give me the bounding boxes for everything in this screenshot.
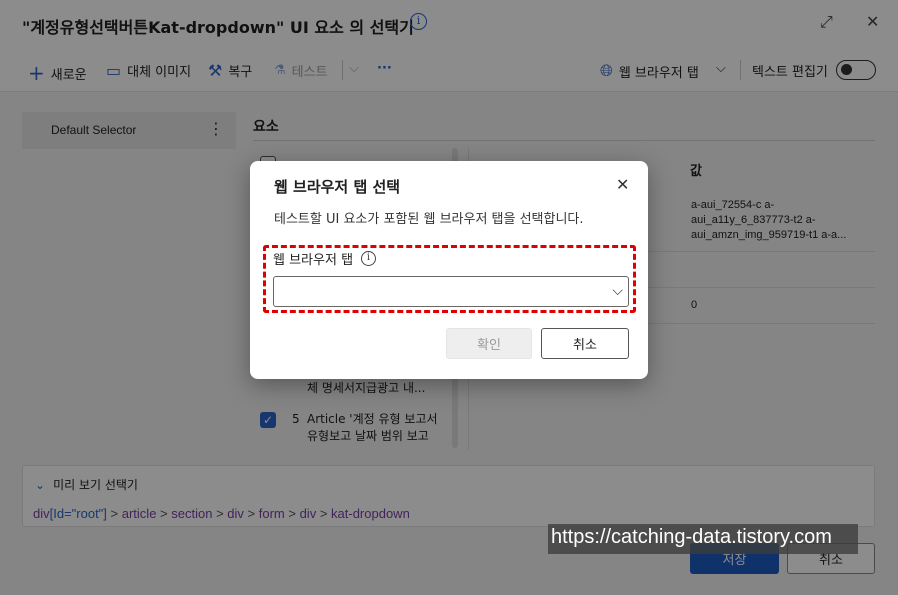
close-icon[interactable]: ✕ — [616, 175, 629, 194]
dialog-title: 웹 브라우저 탭 선택 — [274, 178, 401, 196]
browser-tab-select[interactable]: ⌵ — [273, 276, 629, 307]
watermark: https://catching-data.tistory.com — [548, 524, 858, 554]
browser-tab-field-label: 웹 브라우저 탭 i — [273, 249, 377, 268]
field-label-text: 웹 브라우저 탭 — [273, 253, 354, 268]
ok-button[interactable]: 확인 — [446, 328, 532, 359]
info-icon[interactable]: i — [361, 251, 377, 266]
browser-tab-dialog: 웹 브라우저 탭 선택 ✕ 테스트할 UI 요소가 포함된 웹 브라우저 탭을 … — [250, 161, 648, 379]
chevron-down-icon: ⌵ — [612, 283, 623, 299]
dialog-cancel-button[interactable]: 취소 — [541, 328, 629, 359]
dialog-description: 테스트할 UI 요소가 포함된 웹 브라우저 탭을 선택합니다. — [274, 212, 584, 227]
